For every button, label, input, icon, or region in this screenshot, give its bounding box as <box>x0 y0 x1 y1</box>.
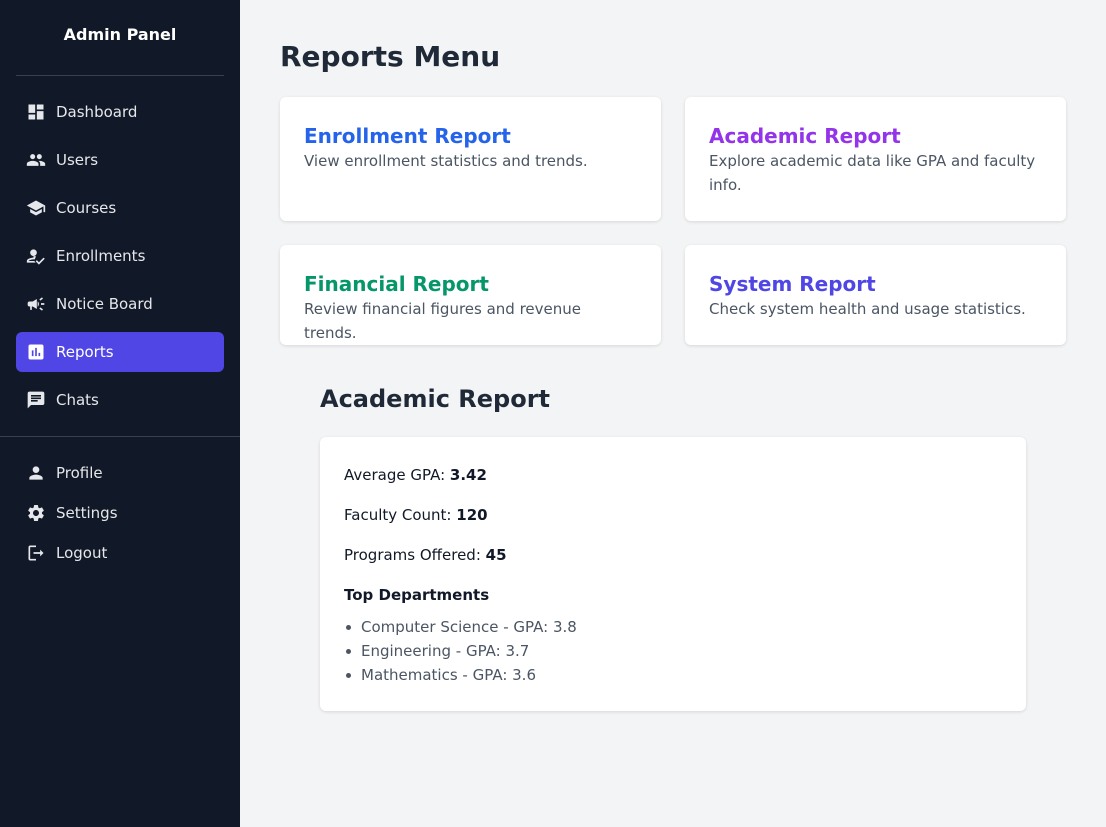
stat-label: Programs Offered: <box>344 546 486 564</box>
person-check-icon <box>26 246 46 266</box>
stat-programs-offered: Programs Offered: 45 <box>344 543 1002 567</box>
sidebar-item-label: Profile <box>56 464 103 482</box>
sidebar-item-label: Users <box>56 151 99 169</box>
departments-list: Computer Science - GPA: 3.8 Engineering … <box>344 615 1002 687</box>
report-details: Average GPA: 3.42 Faculty Count: 120 Pro… <box>320 437 1026 711</box>
stat-value: 3.42 <box>449 466 487 484</box>
stat-value: 120 <box>456 506 488 524</box>
section-title: Academic Report <box>320 385 551 413</box>
stat-label: Faculty Count: <box>344 506 457 524</box>
academic-report-section: Academic Report Average GPA: 3.42 Facult… <box>320 385 1026 711</box>
sidebar-item-profile[interactable]: Profile <box>16 453 224 493</box>
card-title: Academic Report <box>709 124 901 148</box>
account-nav: Profile Settings Logout <box>16 453 224 573</box>
card-title: System Report <box>709 272 876 296</box>
logout-icon <box>26 543 46 563</box>
stat-faculty-count: Faculty Count: 120 <box>344 503 1002 527</box>
sidebar-item-dashboard[interactable]: Dashboard <box>16 92 224 132</box>
graduation-cap-icon <box>26 198 46 218</box>
sidebar-item-label: Courses <box>56 199 117 217</box>
gear-icon <box>26 503 46 523</box>
sidebar-item-reports[interactable]: Reports <box>16 332 224 372</box>
card-academic-report[interactable]: Academic Report Explore academic data li… <box>685 97 1066 221</box>
card-description: View enrollment statistics and trends. <box>304 152 588 170</box>
sidebar-item-label: Notice Board <box>56 295 153 313</box>
sidebar-item-label: Reports <box>56 343 114 361</box>
stat-label: Average GPA: <box>344 466 450 484</box>
sidebar-item-chats[interactable]: Chats <box>16 380 224 420</box>
card-enrollment-report[interactable]: Enrollment Report View enrollment statis… <box>280 97 661 221</box>
list-item: Computer Science - GPA: 3.8 <box>344 615 1002 639</box>
sidebar-item-notice-board[interactable]: Notice Board <box>16 284 224 324</box>
sidebar-item-enrollments[interactable]: Enrollments <box>16 236 224 276</box>
list-item: Engineering - GPA: 3.7 <box>344 639 1002 663</box>
card-system-report[interactable]: System Report Check system health and us… <box>685 245 1066 345</box>
departments-heading: Top Departments <box>344 586 490 604</box>
list-item: Mathematics - GPA: 3.6 <box>344 663 1002 687</box>
sidebar-item-logout[interactable]: Logout <box>16 533 224 573</box>
sidebar-item-label: Dashboard <box>56 103 138 121</box>
sidebar-item-label: Logout <box>56 544 108 562</box>
sidebar-item-label: Chats <box>56 391 99 409</box>
card-title: Enrollment Report <box>304 124 511 148</box>
report-cards: Enrollment Report View enrollment statis… <box>280 97 1066 345</box>
sidebar-item-label: Settings <box>56 504 118 522</box>
main-nav: Dashboard Users Courses Enrollments Noti… <box>16 92 224 420</box>
main-content: Reports Menu Enrollment Report View enro… <box>240 0 1106 827</box>
person-icon <box>26 463 46 483</box>
page-title: Reports Menu <box>280 40 501 73</box>
users-icon <box>26 150 46 170</box>
sidebar-item-courses[interactable]: Courses <box>16 188 224 228</box>
sidebar: Admin Panel Dashboard Users Courses Enro… <box>0 0 240 827</box>
sidebar-item-label: Enrollments <box>56 247 146 265</box>
card-description: Check system health and usage statistics… <box>709 300 1026 318</box>
card-description: Explore academic data like GPA and facul… <box>709 152 1036 194</box>
stat-average-gpa: Average GPA: 3.42 <box>344 463 1002 487</box>
sidebar-item-users[interactable]: Users <box>16 140 224 180</box>
brand-title: Admin Panel <box>16 0 224 76</box>
stat-value: 45 <box>485 546 507 564</box>
sidebar-divider <box>0 436 240 437</box>
card-description: Review financial figures and revenue tre… <box>304 300 582 342</box>
megaphone-icon <box>26 294 46 314</box>
card-title: Financial Report <box>304 272 489 296</box>
bar-chart-icon <box>26 342 46 362</box>
chat-icon <box>26 390 46 410</box>
card-financial-report[interactable]: Financial Report Review financial figure… <box>280 245 661 345</box>
dashboard-icon <box>26 102 46 122</box>
sidebar-item-settings[interactable]: Settings <box>16 493 224 533</box>
